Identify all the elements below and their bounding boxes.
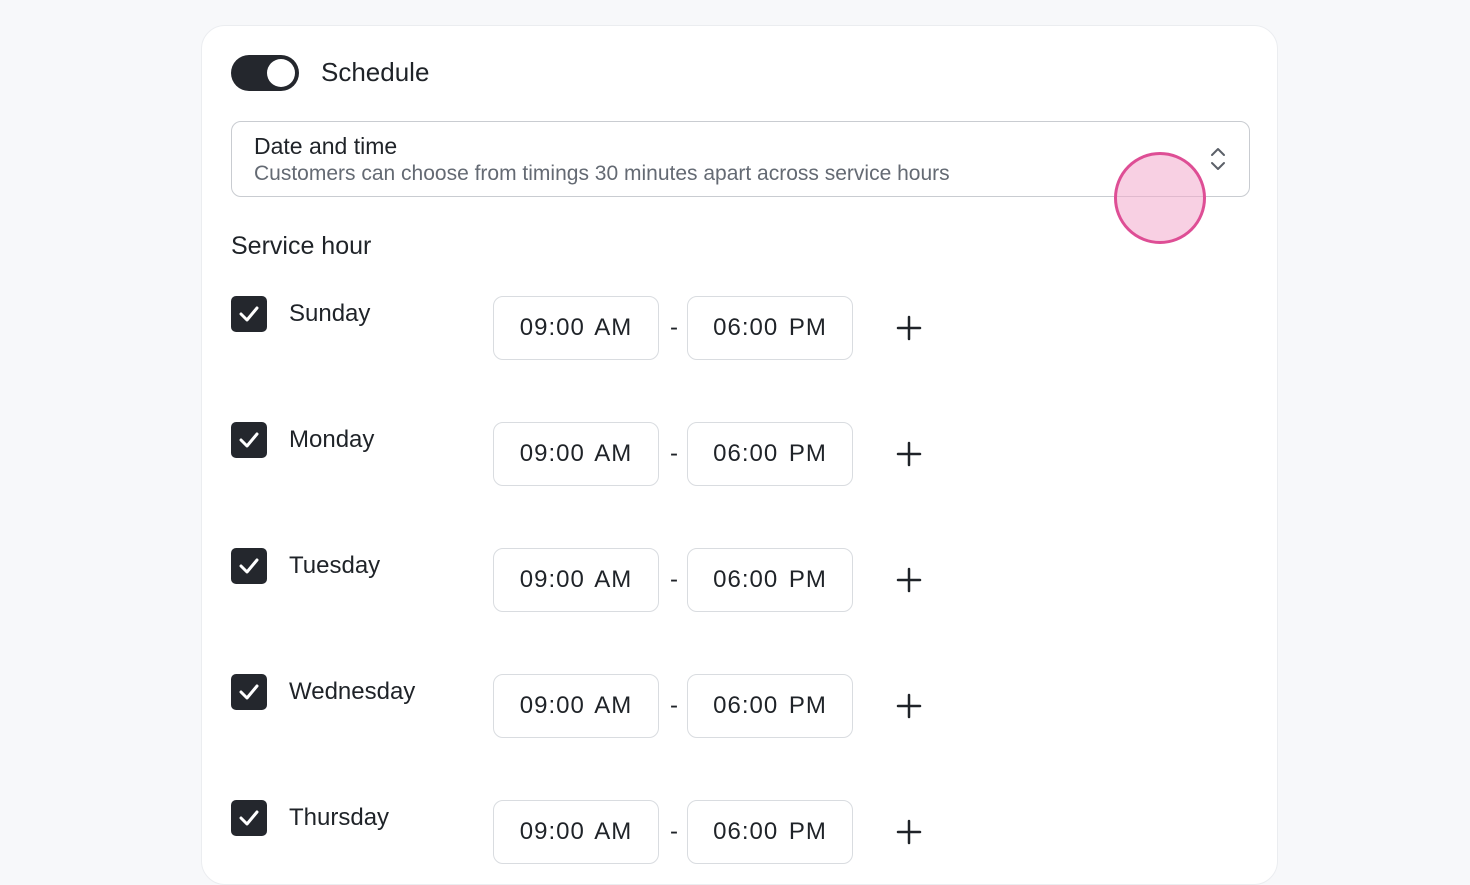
monday-start-time[interactable]: 09:00 AM bbox=[493, 422, 659, 486]
sunday-start-time[interactable]: 09:00 AM bbox=[493, 296, 659, 360]
booking-type-title: Date and time bbox=[254, 133, 398, 159]
day-label: Wednesday bbox=[289, 678, 416, 705]
sunday-end-time[interactable]: 06:00 PM bbox=[687, 296, 853, 360]
tuesday-start-time[interactable]: 09:00 AM bbox=[493, 548, 659, 612]
plus-icon[interactable] bbox=[891, 814, 927, 850]
thursday-start-time[interactable]: 09:00 AM bbox=[493, 800, 659, 864]
schedule-toggle[interactable] bbox=[231, 55, 299, 91]
check-icon bbox=[239, 810, 259, 826]
booking-type-description: Customers can choose from timings 30 min… bbox=[254, 162, 950, 185]
service-hour-title: Service hour bbox=[231, 232, 372, 260]
plus-icon[interactable] bbox=[891, 310, 927, 346]
check-icon bbox=[239, 558, 259, 574]
day-row-tuesday: Tuesday 09:00 AM - 06:00 PM bbox=[231, 548, 951, 614]
plus-icon[interactable] bbox=[891, 436, 927, 472]
check-icon bbox=[239, 432, 259, 448]
day-label: Sunday bbox=[289, 300, 371, 327]
tuesday-end-time[interactable]: 06:00 PM bbox=[687, 548, 853, 612]
thursday-end-time[interactable]: 06:00 PM bbox=[687, 800, 853, 864]
day-label: Tuesday bbox=[289, 552, 381, 579]
booking-type-select[interactable]: Date and time Customers can choose from … bbox=[231, 121, 1250, 197]
schedule-card: Schedule Date and time Customers can cho… bbox=[201, 25, 1278, 885]
tuesday-checkbox[interactable] bbox=[231, 548, 267, 584]
plus-icon[interactable] bbox=[891, 562, 927, 598]
check-icon bbox=[239, 684, 259, 700]
wednesday-end-time[interactable]: 06:00 PM bbox=[687, 674, 853, 738]
time-separator: - bbox=[670, 314, 678, 341]
day-row-thursday: Thursday 09:00 AM - 06:00 PM bbox=[231, 800, 951, 866]
time-separator: - bbox=[670, 818, 678, 845]
monday-checkbox[interactable] bbox=[231, 422, 267, 458]
wednesday-start-time[interactable]: 09:00 AM bbox=[493, 674, 659, 738]
time-separator: - bbox=[670, 440, 678, 467]
wednesday-checkbox[interactable] bbox=[231, 674, 267, 710]
day-row-monday: Monday 09:00 AM - 06:00 PM bbox=[231, 422, 951, 488]
day-label: Monday bbox=[289, 426, 375, 453]
schedule-title: Schedule bbox=[321, 57, 430, 87]
toggle-knob bbox=[267, 59, 295, 87]
check-icon bbox=[239, 306, 259, 322]
sunday-checkbox[interactable] bbox=[231, 296, 267, 332]
plus-icon[interactable] bbox=[891, 688, 927, 724]
day-row-wednesday: Wednesday 09:00 AM - 06:00 PM bbox=[231, 674, 951, 740]
day-row-sunday: Sunday 09:00 AM - 06:00 PM bbox=[231, 296, 951, 362]
day-label: Thursday bbox=[289, 804, 390, 831]
chevron-up-down-icon bbox=[1211, 148, 1225, 170]
time-separator: - bbox=[670, 566, 678, 593]
time-separator: - bbox=[670, 692, 678, 719]
monday-end-time[interactable]: 06:00 PM bbox=[687, 422, 853, 486]
